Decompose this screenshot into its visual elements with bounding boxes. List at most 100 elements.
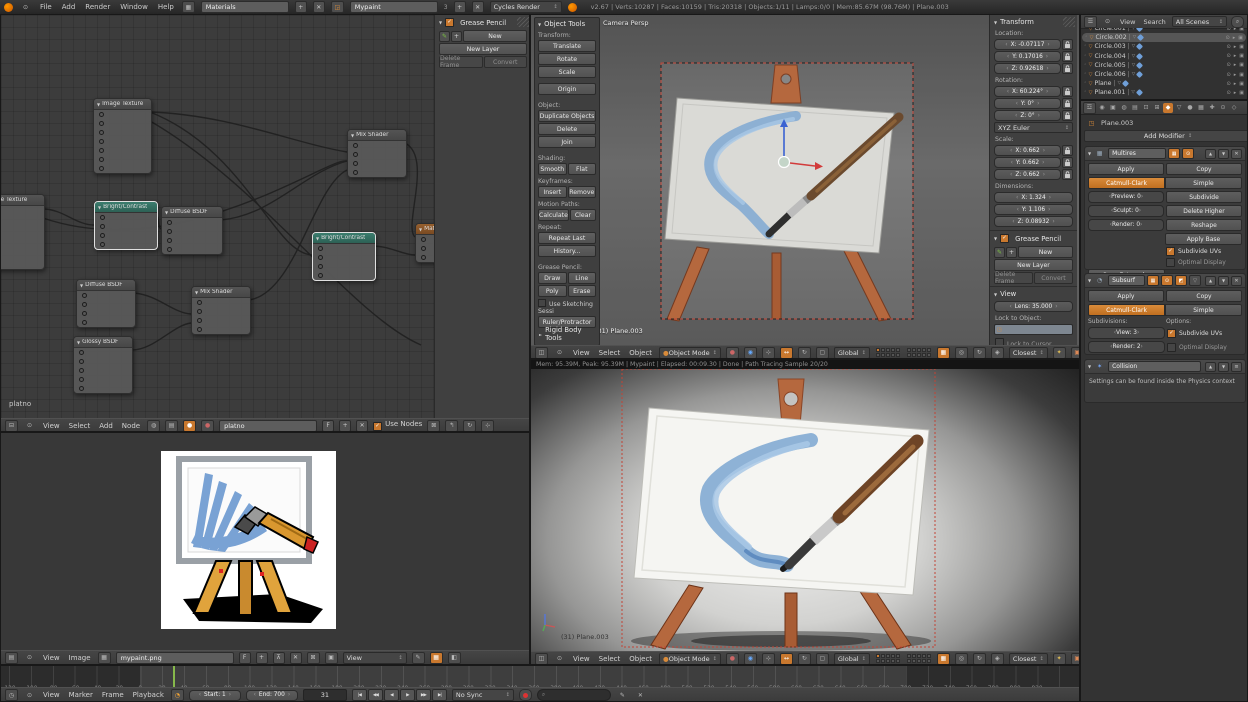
renderability-icon[interactable]: ▣ xyxy=(1239,28,1244,32)
viewport-menu-item[interactable]: View xyxy=(571,349,592,357)
properties-tab-icon[interactable]: ⊞ xyxy=(1152,103,1162,113)
properties-tab-icon[interactable]: ▣ xyxy=(1108,103,1118,113)
node-socket[interactable] xyxy=(99,121,104,126)
dimension-value[interactable]: Y: 1.106 xyxy=(994,204,1073,215)
manipulator-rotate-icon[interactable]: ↻ xyxy=(798,347,811,359)
channel-icon[interactable]: ▦ xyxy=(430,652,443,664)
add-icon[interactable]: + xyxy=(1006,247,1017,258)
sculpt-level-value[interactable]: Sculpt: 0 xyxy=(1088,205,1164,217)
outliner-row[interactable]: ◦ ▽ Circle.003 | ▽ ⊙ ▸ ▣ xyxy=(1081,42,1247,51)
toolshelf-item[interactable]: Calculate Clear xyxy=(538,209,596,221)
timeline-menu-item[interactable]: Marker xyxy=(67,691,95,699)
snap-icon[interactable]: ↻ xyxy=(463,420,476,432)
node-menu-item[interactable]: Node xyxy=(120,422,142,430)
editor-type-icon[interactable]: ▤ xyxy=(5,652,18,664)
node-header[interactable]: ▼ Diffuse BSDF xyxy=(77,280,135,291)
rotation-value[interactable]: X: 60.224° xyxy=(994,86,1061,97)
disclosure-icon[interactable]: ◦ xyxy=(1084,28,1087,31)
selectability-icon[interactable]: ▸ xyxy=(1233,35,1236,41)
modifier-name-field[interactable]: Collision xyxy=(1108,361,1201,372)
lock-icon[interactable] xyxy=(1062,51,1073,62)
disclosure-icon[interactable]: ◦ xyxy=(1084,44,1087,49)
toolshelf-item[interactable]: Draw Line xyxy=(538,272,596,284)
lock-icon[interactable] xyxy=(1062,39,1073,50)
node-header[interactable]: ▼ Mix Shader xyxy=(192,287,250,298)
type-simple-button[interactable]: Simple xyxy=(1165,304,1242,316)
editor-type-icon[interactable]: ☰ xyxy=(1084,16,1097,28)
snap-magnet-icon[interactable]: ◎ xyxy=(955,653,968,665)
visibility-eye-icon[interactable]: ⊙ xyxy=(1226,35,1230,41)
collapse-icon[interactable]: ▼ xyxy=(165,210,168,215)
snap-element-select[interactable]: Closest xyxy=(1009,653,1048,665)
gp-new-button[interactable]: New xyxy=(1018,246,1073,258)
node-socket[interactable] xyxy=(99,112,104,117)
shader-type-world-icon[interactable]: ▤ xyxy=(165,420,178,432)
modifier-name-field[interactable]: Multires xyxy=(1108,148,1166,159)
move-up-button[interactable]: ▲ xyxy=(1205,362,1216,372)
renderability-icon[interactable]: ▣ xyxy=(1239,72,1244,78)
apply-button[interactable]: Apply xyxy=(1088,290,1164,302)
move-up-button[interactable]: ▲ xyxy=(1205,149,1216,159)
node-socket[interactable] xyxy=(353,161,358,166)
transport-button[interactable]: ▶ xyxy=(400,689,415,701)
selectability-icon[interactable]: ▸ xyxy=(1234,81,1237,87)
new-image-button[interactable]: + xyxy=(256,652,268,664)
scale-value[interactable]: Y: 0.662 xyxy=(994,157,1061,168)
node-header[interactable]: ▼ Diffuse BSDF xyxy=(162,207,222,218)
object-name[interactable]: Circle.001 xyxy=(1095,28,1126,32)
orientation-select[interactable]: Global xyxy=(834,653,870,665)
node-socket[interactable] xyxy=(421,246,426,251)
modifier-name-field[interactable]: Subsurf xyxy=(1108,275,1145,286)
toolshelf-button[interactable]: Duplicate Objects xyxy=(538,110,596,122)
node-socket[interactable] xyxy=(318,246,323,251)
node-header[interactable]: ▼ Image Texture xyxy=(94,99,151,110)
toolshelf-item[interactable]: Translate xyxy=(538,40,596,52)
image-icon[interactable]: ▦ xyxy=(98,652,111,664)
shader-node[interactable]: ▼ Bright/Contrast xyxy=(312,232,376,281)
gp-new-layer-button[interactable]: New Layer xyxy=(439,43,527,55)
location-value[interactable]: Z: 0.92618 xyxy=(994,63,1061,74)
lens-value[interactable]: Lens: 35.000 xyxy=(994,301,1073,312)
node-socket[interactable] xyxy=(167,238,172,243)
toolshelf-button[interactable]: Insert xyxy=(538,186,567,198)
pencil-icon[interactable]: ✎ xyxy=(616,689,629,701)
node-socket[interactable] xyxy=(79,359,84,364)
header-menu-icon[interactable]: ⊙ xyxy=(553,653,566,665)
toolshelf-button[interactable]: History... xyxy=(538,245,596,257)
shader-type-material-icon[interactable]: ● xyxy=(183,420,196,432)
node-menu-item[interactable]: Add xyxy=(97,422,115,430)
modifier-header[interactable]: ▼ ▦ Multires ▦ ⊙ ▲ ▼ ✕ xyxy=(1085,147,1245,161)
screen-layout-icon[interactable]: ▦ xyxy=(182,1,195,13)
collapse-icon[interactable]: ▼ xyxy=(98,205,101,210)
header-menu-icon[interactable]: ⊙ xyxy=(23,689,36,701)
object-name[interactable]: Circle.002 xyxy=(1096,34,1127,41)
disclosure-icon[interactable]: ◦ xyxy=(1084,72,1087,77)
manipulator-cursor-icon[interactable]: ⊹ xyxy=(762,347,775,359)
toolshelf-button-b[interactable]: Line xyxy=(568,272,597,284)
rotation-value[interactable]: Y: 0° xyxy=(994,98,1061,109)
copy-button[interactable]: Copy xyxy=(1166,163,1242,175)
visibility-eye-icon[interactable]: ⊙ xyxy=(1227,28,1231,32)
node-socket[interactable] xyxy=(197,318,202,323)
current-frame-field[interactable]: 31 xyxy=(303,689,347,701)
shader-node[interactable]: ▼ Diffuse BSDF xyxy=(161,206,223,255)
properties-tab-icon[interactable]: ▽ xyxy=(1174,103,1184,113)
properties-tab-icon[interactable]: ◉ xyxy=(1097,103,1107,113)
node-socket[interactable] xyxy=(79,386,84,391)
image-menu-item[interactable]: Image xyxy=(67,654,93,662)
disclosure-icon[interactable]: ◦ xyxy=(1084,54,1087,59)
lock-to-cursor-checkbox[interactable]: Lock to Cursor xyxy=(990,336,1077,345)
optimal-display-checkbox[interactable]: Optimal Display xyxy=(1166,258,1242,267)
delete-modifier-button[interactable]: ✕ xyxy=(1231,149,1242,159)
toolshelf-item[interactable]: Use Sketching Sessi xyxy=(538,299,596,315)
collapse-icon[interactable]: ▼ xyxy=(1088,364,1091,369)
node-socket[interactable] xyxy=(82,311,87,316)
node-socket[interactable] xyxy=(318,264,323,269)
toolshelf-item[interactable]: History... xyxy=(538,245,596,257)
disclosure-icon[interactable]: ◦ xyxy=(1084,81,1087,86)
image-type-icon[interactable]: ▣ xyxy=(325,652,338,664)
node-socket[interactable] xyxy=(100,242,105,247)
scale-value[interactable]: X: 0.662 xyxy=(994,145,1061,156)
scene-name-field[interactable]: Mypaint xyxy=(350,1,438,13)
renderability-icon[interactable]: ▣ xyxy=(1239,81,1244,87)
